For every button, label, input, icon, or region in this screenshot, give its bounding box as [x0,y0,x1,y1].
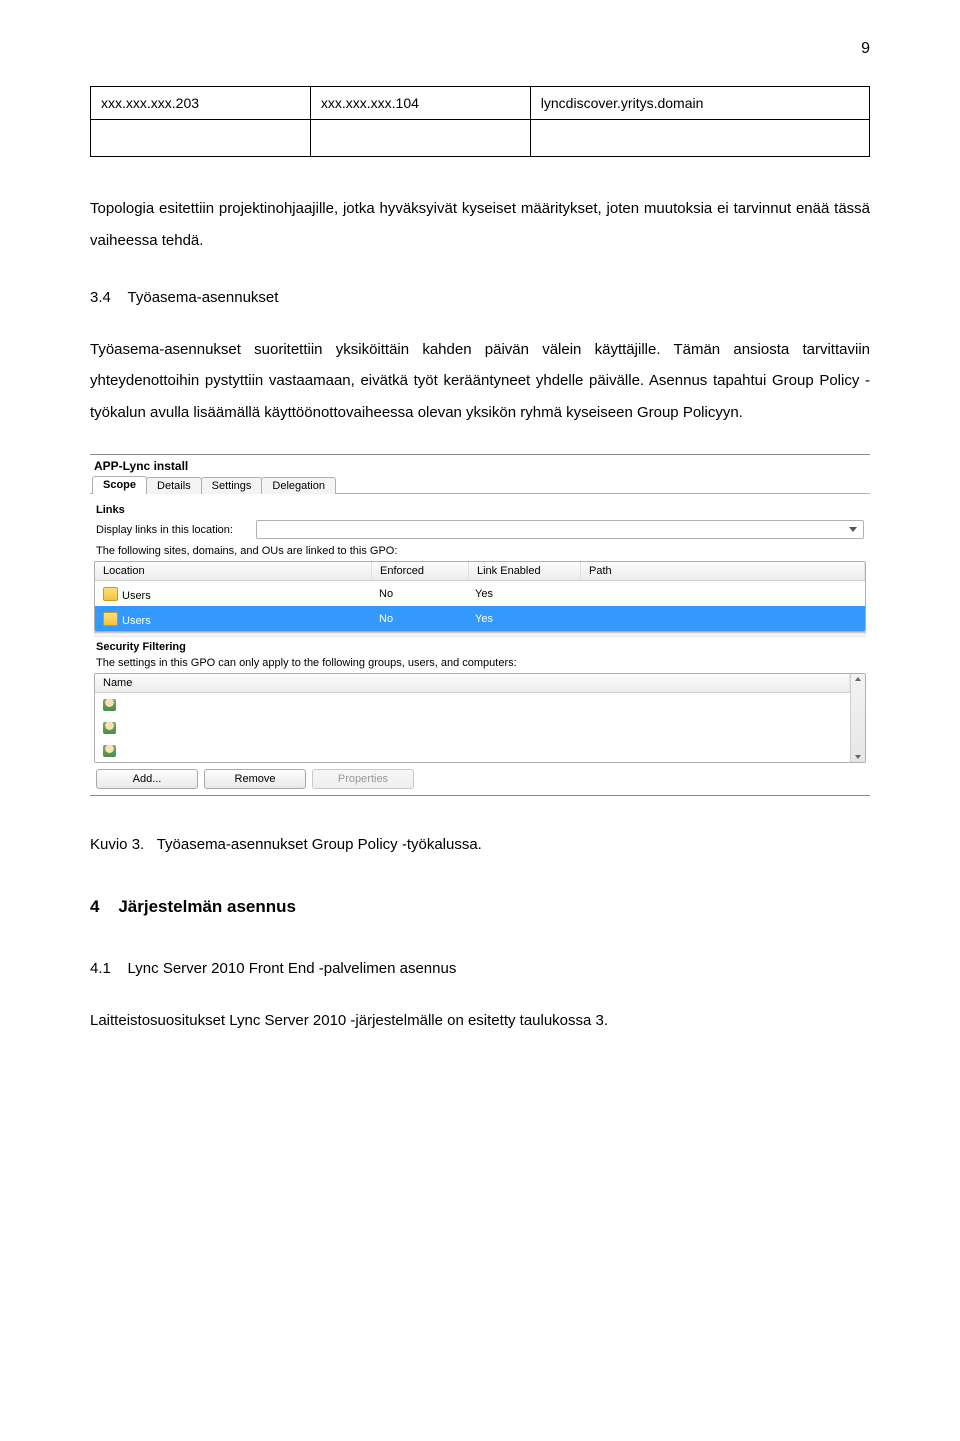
splitter[interactable] [94,632,866,637]
links-note: The following sites, domains, and OUs ar… [96,545,864,557]
cell [578,617,865,621]
section-heading-41: 4.1 Lync Server 2010 Front End -palvelim… [90,953,870,985]
heading-4: 4 Järjestelmän asennus [90,897,870,917]
group-icon [103,699,116,711]
col-enforced[interactable]: Enforced [372,562,469,580]
folder-icon [103,612,118,626]
cell [578,592,865,596]
list-row[interactable] [95,716,850,739]
cell: No [371,611,467,627]
cell: xxx.xxx.xxx.203 [91,87,311,120]
cell: No [371,586,467,602]
section-heading-34: 3.4 Työasema-asennukset [90,282,870,314]
cell: Yes [467,586,578,602]
links-section-label: Links [96,504,864,516]
tab-settings[interactable]: Settings [201,477,263,494]
tab-delegation[interactable]: Delegation [261,477,336,494]
tab-scope[interactable]: Scope [92,476,147,494]
list-row[interactable]: Users No Yes [95,581,865,606]
scroll-down-icon [855,755,861,759]
ip-table: xxx.xxx.xxx.203 xxx.xxx.xxx.104 lyncdisc… [90,86,870,157]
cell: Users [122,615,151,627]
cell: lyncdiscover.yritys.domain [530,87,869,120]
body-paragraph: Työasema-asennukset suoritettiin yksiköi… [90,334,870,429]
col-name[interactable]: Name [95,674,850,692]
cell: xxx.xxx.xxx.104 [310,87,530,120]
add-button[interactable]: Add... [96,769,198,789]
security-filtering-note: The settings in this GPO can only apply … [96,657,864,669]
properties-button[interactable]: Properties [312,769,414,789]
group-icon [103,745,116,757]
page-number: 9 [90,40,870,58]
scroll-up-icon [855,677,861,681]
remove-button[interactable]: Remove [204,769,306,789]
tab-details[interactable]: Details [146,477,202,494]
body-paragraph: Topologia esitettiin projektinohjaajille… [90,193,870,256]
links-listbox[interactable]: Location Enforced Link Enabled Path User… [94,561,866,632]
folder-icon [103,587,118,601]
scrollbar[interactable] [850,674,865,762]
col-location[interactable]: Location [95,562,372,580]
gpo-title: APP-Lync install [90,455,870,475]
links-location-label: Display links in this location: [96,524,256,536]
cell: Yes [467,611,578,627]
body-paragraph: Laitteistosuositukset Lync Server 2010 -… [90,1005,870,1037]
list-row[interactable] [95,693,850,716]
security-filtering-label: Security Filtering [96,641,864,653]
gpo-panel: APP-Lync install Scope Details Settings … [90,454,870,796]
col-path[interactable]: Path [581,562,865,580]
figure-caption: Kuvio 3. Työasema-asennukset Group Polic… [90,836,870,853]
col-link-enabled[interactable]: Link Enabled [469,562,581,580]
links-location-combo[interactable] [256,520,864,539]
group-icon [103,722,116,734]
list-row[interactable] [95,739,850,762]
tab-strip: Scope Details Settings Delegation [90,475,870,494]
cell: Users [122,590,151,602]
list-row[interactable]: Users No Yes [95,606,865,631]
security-filtering-listbox[interactable]: Name [94,673,866,763]
